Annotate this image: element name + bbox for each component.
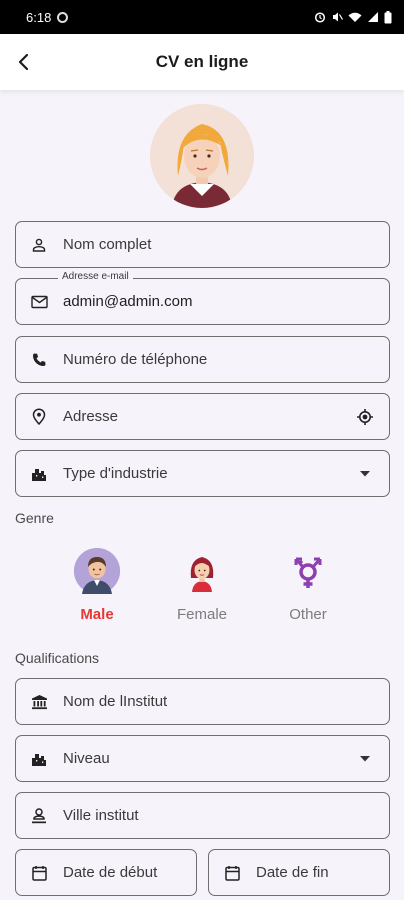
woman-avatar-icon [150,104,254,208]
back-arrow-icon [18,53,29,71]
start-date-placeholder: Date de début [63,864,158,881]
gender-label-male: Male [80,606,114,623]
email-field[interactable]: Adresse e-mail admin@admin.com [15,271,390,325]
status-time: 6:18 [26,9,52,25]
wifi-icon [348,12,362,22]
full-name-placeholder: Nom complet [63,236,152,253]
end-date-field[interactable]: Date de fin [208,849,390,896]
female-avatar-icon [179,548,225,594]
address-placeholder: Adresse [63,408,119,425]
mail-icon [30,293,48,311]
gender-option-male[interactable]: Male [62,548,132,623]
calendar-icon [30,864,48,882]
phone-icon [30,351,48,369]
notification-ring-icon [57,11,69,23]
gender-label-other: Other [289,606,327,623]
calendar-icon [223,864,241,882]
gender-option-other[interactable]: Other [273,548,343,623]
end-date-placeholder: Date de fin [256,864,329,881]
level-placeholder: Niveau [63,750,110,767]
institute-name-placeholder: Nom de lInstitut [63,693,168,710]
transgender-symbol-icon [285,548,331,594]
profile-avatar[interactable] [150,104,254,208]
app-bar: CV en ligne [0,34,404,90]
gender-label-female: Female [176,606,228,623]
buildings-icon [30,750,48,768]
phone-placeholder: Numéro de téléphone [63,351,208,368]
full-name-field[interactable]: Nom complet [15,221,390,268]
gender-section-label: Genre [15,510,54,526]
person-icon [30,236,48,254]
industry-select[interactable]: Type d'industrie [15,450,390,497]
gender-option-female[interactable]: Female [167,548,237,623]
male-avatar-icon [74,548,120,594]
dropdown-arrow-icon [355,464,375,484]
battery-icon [384,10,392,23]
signal-icon [368,12,378,22]
institute-name-field[interactable]: Nom de lInstitut [15,678,390,725]
dropdown-arrow-icon [355,749,375,769]
qualifications-section-label: Qualifications [15,650,100,666]
institute-city-field[interactable]: Ville institut [15,792,390,839]
level-select[interactable]: Niveau [15,735,390,782]
institution-icon [30,693,48,711]
alarm-icon [314,12,326,23]
industry-placeholder: Type d'industrie [63,465,168,482]
my-location-icon[interactable] [355,407,375,427]
mute-icon [333,12,343,22]
institute-city-placeholder: Ville institut [63,807,139,824]
back-button[interactable] [8,46,40,78]
buildings-icon [30,465,48,483]
email-value: admin@admin.com [63,293,193,310]
email-floating-label: Adresse e-mail [58,271,133,282]
page-title: CV en ligne [155,52,249,71]
address-field[interactable]: Adresse [15,393,390,440]
phone-field[interactable]: Numéro de téléphone [15,336,390,383]
location-pin-icon [30,408,48,426]
start-date-field[interactable]: Date de début [15,849,197,896]
status-bar: 6:18 [0,0,404,34]
person-pin-icon [30,807,48,825]
